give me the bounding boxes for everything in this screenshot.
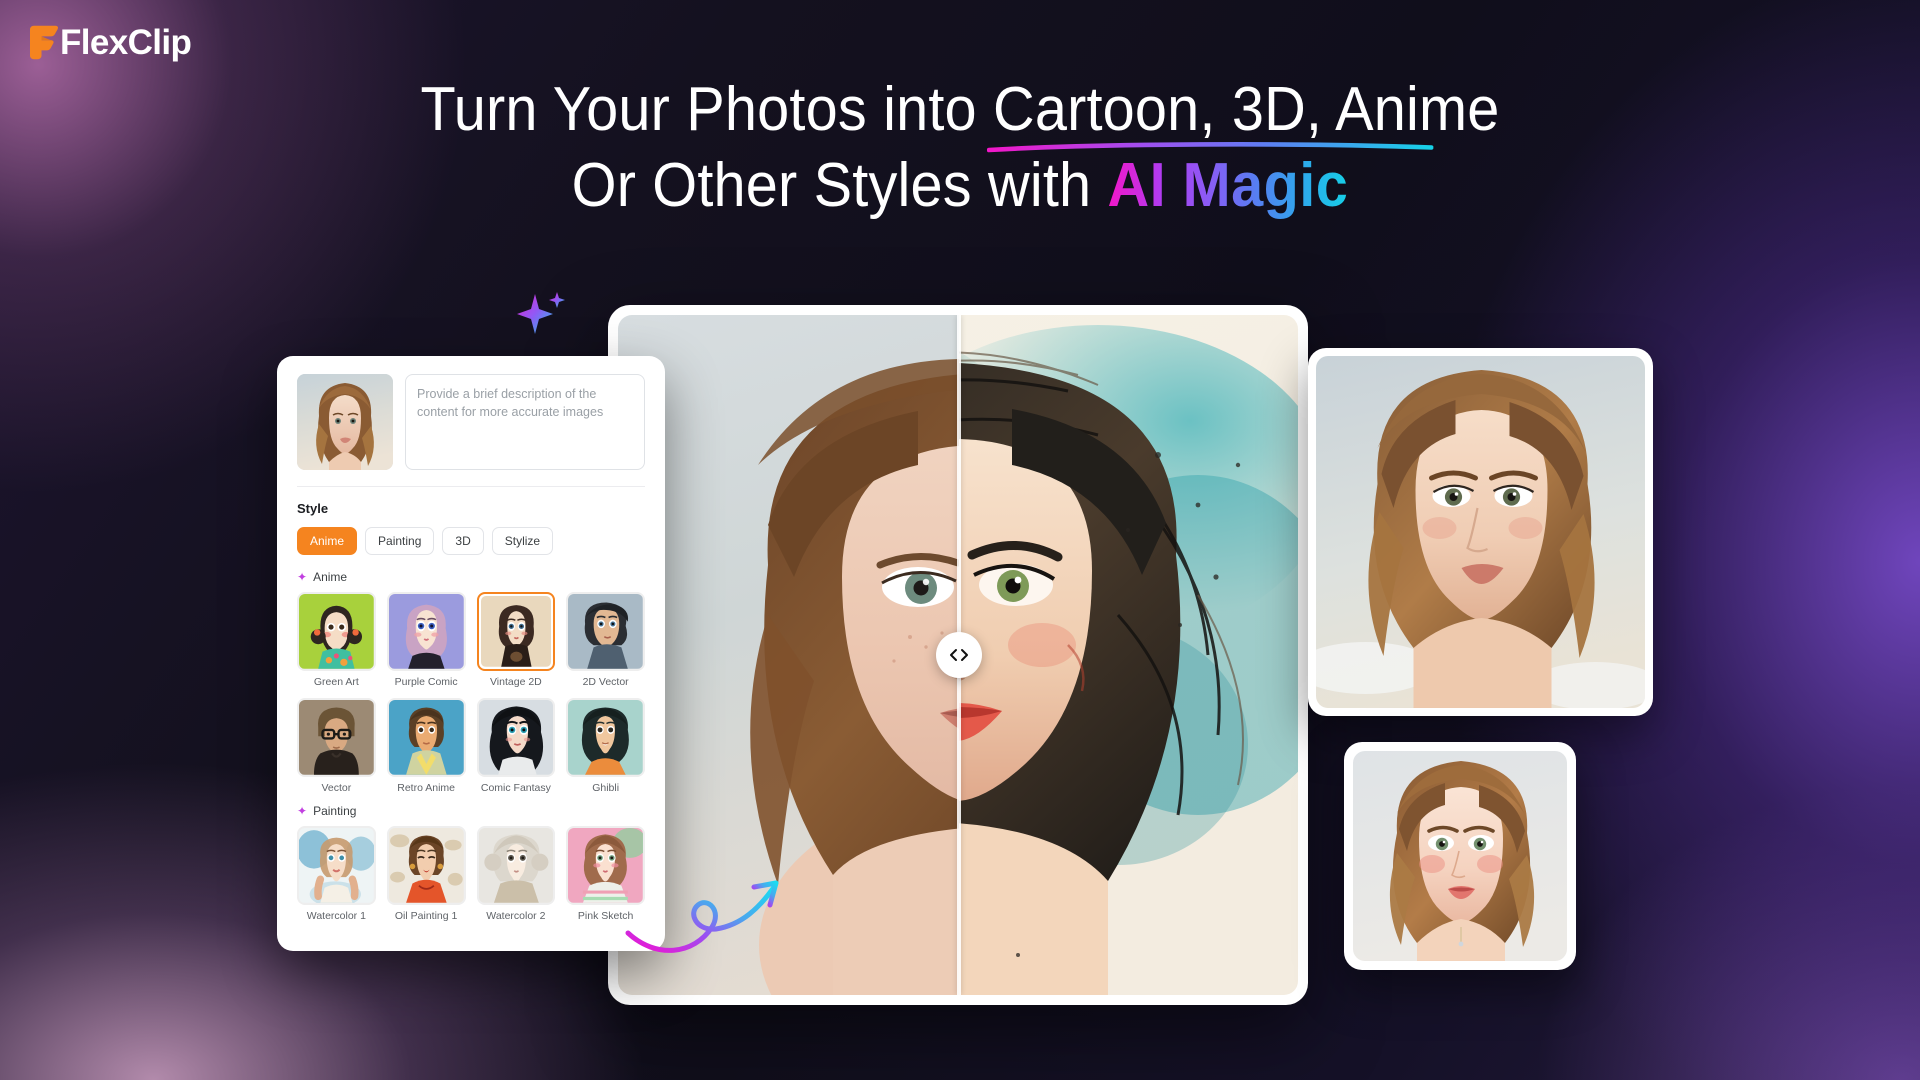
style-card-retro-anime[interactable]: Retro Anime	[386, 698, 466, 794]
style-card-watercolor-1[interactable]: Watercolor 1	[297, 825, 376, 922]
style-thumb-watercolor-1	[297, 825, 376, 905]
watercolor-1-preview	[298, 827, 374, 903]
style-thumb-watercolor-2	[476, 825, 556, 905]
sparkle-small-icon: ✦	[297, 570, 308, 585]
panel-divider	[297, 486, 645, 487]
group-label-painting: Painting	[313, 803, 357, 818]
group-header-painting: ✦ Painting	[297, 804, 645, 818]
comic-fantasy-preview	[478, 700, 554, 775]
watercolor-style-result	[959, 315, 1298, 995]
style-label-comic-fantasy: Comic Fantasy	[480, 781, 551, 794]
style-card-green-art[interactable]: Green Art	[297, 592, 376, 688]
watercolor-2-preview	[478, 827, 554, 903]
retro-anime-preview	[388, 700, 464, 775]
ghibli-preview	[568, 700, 643, 775]
headline-line-2: Or Other Styles with AI Magic	[67, 148, 1853, 224]
style-card-watercolor-2[interactable]: Watercolor 2	[476, 825, 556, 922]
result-card-smooth[interactable]	[1344, 742, 1576, 970]
style-card-2d-vector[interactable]: 2D Vector	[566, 592, 645, 688]
result-image-illustrated	[1316, 356, 1645, 708]
group-label-anime: Anime	[313, 570, 348, 585]
style-label-ghibli: Ghibli	[592, 781, 620, 794]
style-label-watercolor-2: Watercolor 2	[486, 909, 546, 922]
prompt-row: Provide a brief description of the conte…	[297, 374, 645, 470]
purple-comic-preview	[388, 594, 464, 670]
vector-preview	[299, 700, 374, 775]
green-art-preview	[299, 594, 374, 670]
illustrated-portrait	[1316, 356, 1645, 708]
style-grid-anime-row1: Green Art Purple Comic Vintage 2D 2D Vec…	[297, 592, 645, 688]
style-label-oil-painting-1: Oil Painting 1	[394, 909, 458, 922]
style-label-watercolor-1: Watercolor 1	[306, 909, 366, 922]
style-section-title: Style	[297, 501, 329, 516]
result-image-smooth	[1353, 751, 1567, 961]
style-thumb-green-art	[297, 592, 376, 672]
headline-highlight: Cartoon, 3D, Anime	[987, 72, 1500, 153]
style-card-comic-fantasy[interactable]: Comic Fantasy	[476, 698, 556, 794]
page-headline: Turn Your Photos into Cartoon, 3D, Anime…	[67, 72, 1853, 224]
style-card-oil-painting-1[interactable]: Oil Painting 1	[386, 825, 466, 922]
style-label-vintage-2d: Vintage 2D	[489, 676, 542, 689]
style-thumb-oil-painting-1	[386, 825, 466, 905]
thumbnail-portrait	[297, 374, 393, 470]
style-grid-painting: Watercolor 1 Oil Painting 1 Watercolor 2…	[297, 825, 645, 922]
flexclip-logo[interactable]: FlexClip	[26, 20, 192, 64]
style-label-retro-anime: Retro Anime	[397, 781, 456, 794]
group-header-anime: ✦ Anime	[297, 570, 645, 584]
style-label-2d-vector: 2D Vector	[582, 676, 629, 689]
ai-magic-gradient-text: AI Magic	[1107, 151, 1349, 220]
style-label-purple-comic: Purple Comic	[394, 676, 458, 689]
2d-vector-preview	[568, 594, 643, 670]
headline-line2-prefix: Or Other Styles with	[571, 151, 1108, 220]
headline-line1-prefix: Turn Your Photos into	[420, 75, 994, 144]
left-right-chevrons-icon	[950, 649, 969, 661]
style-label-vector: Vector	[321, 781, 352, 794]
style-thumb-vintage-2d	[476, 592, 556, 672]
smooth-portrait	[1353, 751, 1567, 961]
tab-painting[interactable]: Painting	[365, 527, 435, 556]
style-card-ghibli[interactable]: Ghibli	[566, 698, 645, 794]
tab-3d[interactable]: 3D	[442, 527, 484, 556]
uploaded-image-thumbnail[interactable]	[297, 374, 393, 470]
style-thumb-vector	[297, 698, 376, 777]
style-thumb-ghibli	[566, 698, 645, 777]
style-thumb-comic-fantasy	[476, 698, 556, 777]
tab-anime[interactable]: Anime	[297, 527, 358, 556]
ai-style-editor-panel: Provide a brief description of the conte…	[277, 356, 665, 951]
comparison-styled-half	[959, 315, 1298, 995]
style-thumb-retro-anime	[386, 698, 466, 777]
oil-painting-1-preview	[388, 827, 464, 903]
style-category-tabs: Anime Painting 3D Stylize	[297, 527, 645, 556]
style-grid-anime-row2: Vector Retro Anime Comic Fantasy Ghibli	[297, 698, 645, 794]
curved-arrow-annotation	[625, 880, 779, 953]
style-card-vector[interactable]: Vector	[297, 698, 376, 794]
tab-stylize[interactable]: Stylize	[491, 527, 554, 556]
style-thumb-purple-comic	[386, 592, 466, 672]
prompt-textarea[interactable]: Provide a brief description of the conte…	[405, 374, 645, 470]
headline-line-1: Turn Your Photos into Cartoon, 3D, Anime	[67, 72, 1853, 153]
headline-highlight-text: Cartoon, 3D, Anime	[993, 75, 1500, 144]
style-card-purple-comic[interactable]: Purple Comic	[386, 592, 466, 689]
flexclip-wordmark: FlexClip	[60, 22, 192, 62]
style-card-vintage-2d[interactable]: Vintage 2D	[476, 592, 556, 689]
style-label-green-art: Green Art	[313, 676, 359, 689]
page-background: FlexClip Turn Your Photos into Cartoon, …	[0, 0, 1920, 1080]
sparkle-small-icon-2: ✦	[297, 803, 308, 818]
style-thumb-2d-vector	[566, 592, 645, 672]
result-card-illustrated[interactable]	[1308, 348, 1653, 716]
sparkle-icon	[517, 292, 565, 334]
vintage-2d-preview	[480, 596, 552, 668]
flexclip-f-mark	[30, 25, 58, 60]
